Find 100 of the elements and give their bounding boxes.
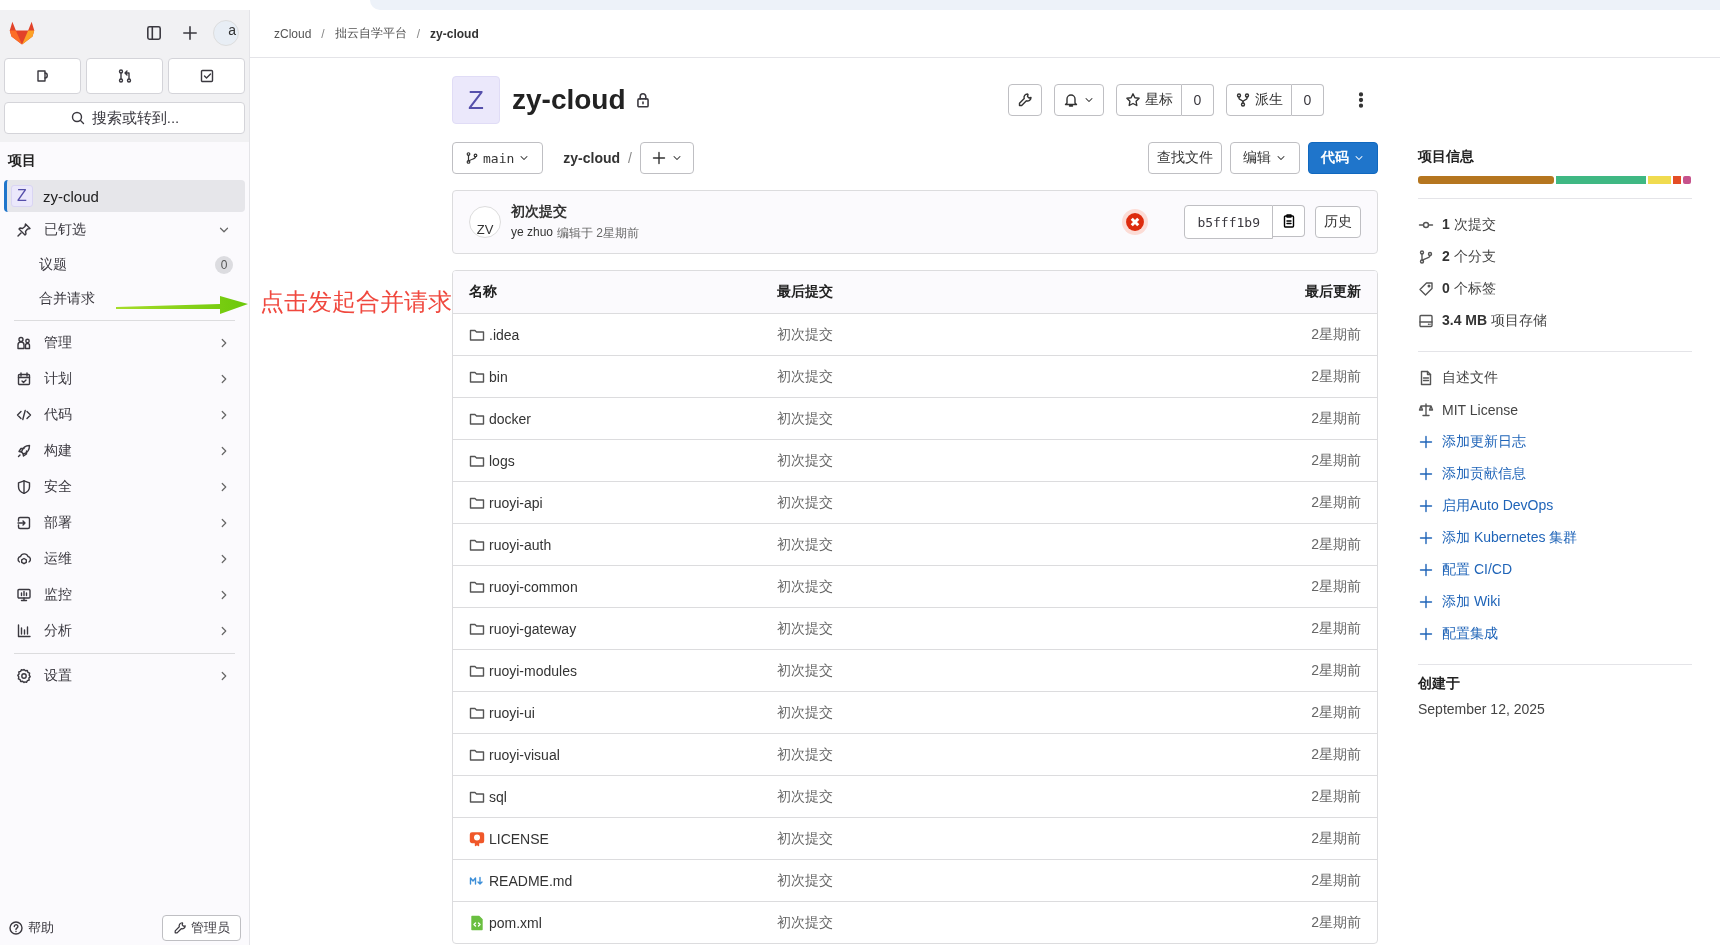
breadcrumb-separator: / [416,26,421,41]
commit-time: 编辑于 2星期前 [557,224,640,242]
action-link[interactable]: 添加更新日志 [1442,433,1526,451]
action-link[interactable]: 添加 Wiki [1442,593,1501,611]
plus-icon [651,150,667,166]
commit-message-link[interactable]: 初次提交 [777,703,1312,722]
commit-message-link[interactable]: 初次提交 [777,409,1312,428]
notification-button[interactable] [1054,84,1104,116]
add-dropdown[interactable] [640,142,694,174]
wrench-icon [1017,92,1033,108]
commit-message-link[interactable]: 初次提交 [777,451,1312,470]
author-link[interactable]: ye zhuo [511,224,554,242]
nav-item[interactable]: 计划 [44,370,205,388]
panel-title: 项目信息 [1418,148,1475,166]
nav-item[interactable]: 构建 [44,442,205,460]
scale-icon [1418,402,1434,418]
user-avatar[interactable]: a [213,20,239,46]
commit-message-link[interactable]: 初次提交 [777,871,1312,890]
file-link[interactable]: bin [469,368,777,385]
commit-message-link[interactable]: 初次提交 [777,913,1312,932]
merge-request-button[interactable] [86,58,163,94]
commit-message-link[interactable]: 初次提交 [777,325,1312,344]
star-button[interactable]: 星标 [1116,84,1182,116]
column-header: 最后提交 [777,283,834,301]
commit-message-link[interactable]: 初次提交 [777,367,1312,386]
plus-icon [1418,434,1434,450]
note-button[interactable] [4,58,81,94]
stat-link[interactable]: 1 次提交 [1442,216,1496,234]
column-header: 名称 [469,283,498,301]
action-link[interactable]: 添加贡献信息 [1442,465,1526,483]
help-button[interactable]: 帮助 [8,919,54,937]
nav-item[interactable]: 分析 [44,622,205,640]
info-link[interactable]: 自述文件 [1442,369,1498,387]
file-link[interactable]: ruoyi-api [469,494,777,511]
action-link[interactable]: 配置集成 [1442,625,1498,643]
fox-logo[interactable] [8,19,36,47]
commit-title[interactable]: 初次提交 [511,202,640,221]
stat-link[interactable]: 2 个分支 [1442,248,1496,266]
file-link[interactable]: .idea [469,326,777,343]
code-dropdown[interactable]: 代码 [1308,142,1378,174]
settings-button[interactable] [1008,84,1042,116]
commit-message-link[interactable]: 初次提交 [777,619,1312,638]
nav-item[interactable]: 议题 [39,256,67,274]
file-link[interactable]: README.md [469,872,777,889]
certificate-icon [469,830,485,847]
breadcrumb-link[interactable]: zCloud [274,26,312,41]
count-badge: 0 [1292,84,1324,116]
admin-button[interactable]: 管理员 [162,915,241,941]
commit-sha[interactable]: b5fff1b9 [1184,205,1273,239]
project-title: zy-cloud [512,84,626,116]
nav-item[interactable]: 部署 [44,514,205,532]
action-link[interactable]: 配置 CI/CD [1442,561,1512,579]
nav-item[interactable]: 监控 [44,586,205,604]
fork-button[interactable]: 派生 [1226,84,1292,116]
find-file-button[interactable]: 查找文件 [1148,142,1222,174]
commit-message-link[interactable]: 初次提交 [777,577,1312,596]
project-item[interactable]: Z zy-cloud [4,180,245,212]
commit-message-link[interactable]: 初次提交 [777,745,1312,764]
file-link[interactable]: ruoyi-visual [469,746,777,763]
search-button[interactable]: 搜索或转到... [4,102,245,134]
cloud-gear-icon [16,551,32,567]
commit-message-link[interactable]: 初次提交 [777,493,1312,512]
action-link[interactable]: 添加 Kubernetes 集群 [1442,529,1578,547]
breadcrumb-link[interactable]: zy-cloud [430,26,479,41]
stat-link[interactable]: 3.4 MB 项目存储 [1442,312,1547,330]
nav-item[interactable]: 安全 [44,478,205,496]
file-link[interactable]: ruoyi-common [469,578,777,595]
breadcrumb-link[interactable]: 拙云自学平台 [334,25,407,42]
commit-message-link[interactable]: 初次提交 [777,535,1312,554]
path-text: zy-cloud [563,150,621,166]
branch-dropdown[interactable]: main [452,142,544,174]
file-link[interactable]: LICENSE [469,830,777,847]
action-link[interactable]: 启用Auto DevOps [1442,497,1554,515]
file-link[interactable]: ruoyi-modules [469,662,777,679]
file-link[interactable]: pom.xml [469,914,777,931]
rocket-icon [16,443,32,459]
file-link[interactable]: sql [469,788,777,805]
file-link[interactable]: ruoyi-gateway [469,620,777,637]
stat-link[interactable]: 0 个标签 [1442,280,1496,298]
todo-button[interactable] [168,58,245,94]
count-badge: 0 [215,256,233,274]
commit-message-link[interactable]: 初次提交 [777,829,1312,848]
file-link[interactable]: logs [469,452,777,469]
info-link[interactable]: MIT License [1442,402,1518,418]
nav-item[interactable]: 管理 [44,334,205,352]
nav-item[interactable]: 代码 [44,406,205,424]
copy-button[interactable] [1273,205,1305,237]
project-avatar: Z [452,76,500,124]
xml-file-icon [469,914,485,931]
commit-message-link[interactable]: 初次提交 [777,661,1312,680]
commit-message-link[interactable]: 初次提交 [777,787,1312,806]
edit-dropdown[interactable]: 编辑 [1230,142,1300,174]
failed-status-icon[interactable] [1122,209,1149,235]
file-link[interactable]: ruoyi-auth [469,536,777,553]
history-button[interactable]: 历史 [1315,206,1361,238]
file-link[interactable]: docker [469,410,777,427]
nav-item[interactable]: 合并请求 [39,290,95,308]
nav-item[interactable]: 运维 [44,550,205,568]
nav-item[interactable]: 设置 [44,667,205,685]
file-link[interactable]: ruoyi-ui [469,704,777,721]
